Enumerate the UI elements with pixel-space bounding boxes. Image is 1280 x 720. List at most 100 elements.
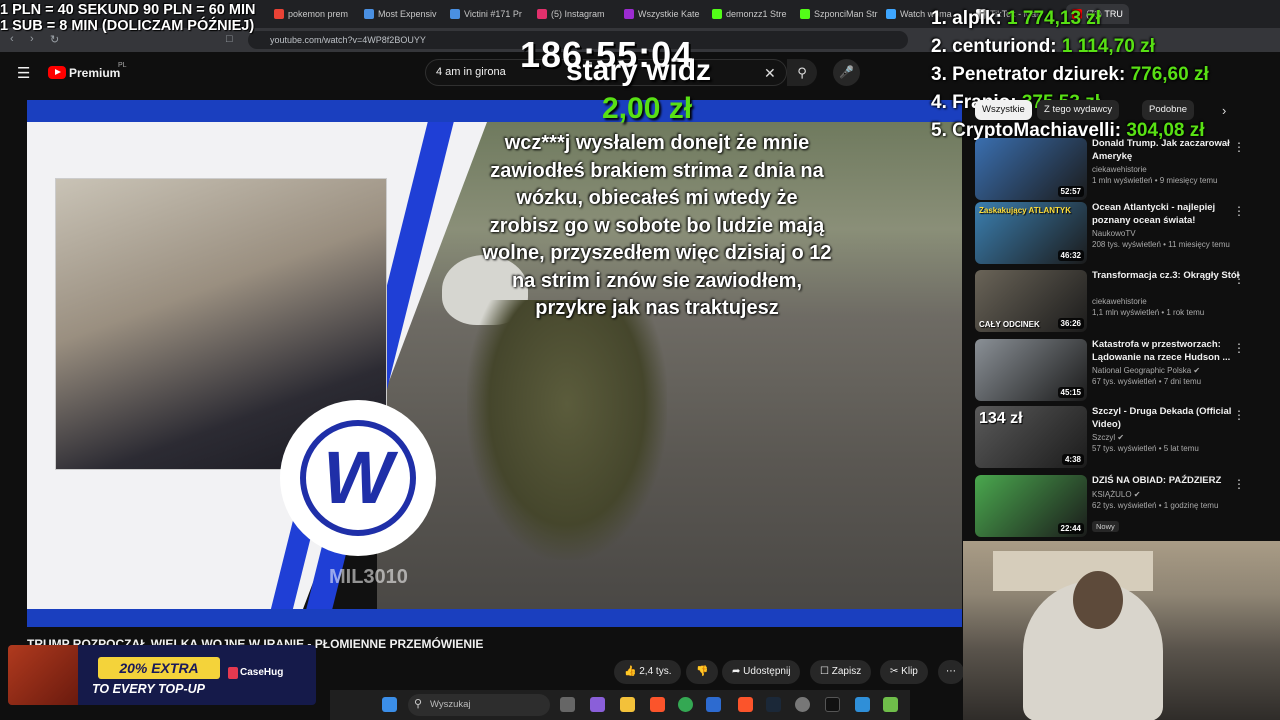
obs-icon[interactable]	[825, 697, 840, 712]
video-thumbnail[interactable]: CAŁY ODCINEK 36:26	[975, 270, 1087, 332]
video-bottom-band	[27, 609, 962, 627]
bookmark-icon[interactable]: □	[226, 33, 233, 45]
video-thumbnail[interactable]: 45:15	[975, 339, 1087, 401]
browser-tab[interactable]: Wszystkie Kate	[624, 4, 700, 24]
microphone-icon[interactable]: 🎤	[833, 59, 860, 86]
like-button[interactable]: 👍 2,4 tys.	[614, 660, 682, 684]
browser-tab[interactable]: demonzz1 Stre	[712, 4, 787, 24]
leaderboard-rank: 1.	[931, 8, 947, 29]
webcam-head	[1073, 571, 1123, 629]
share-button[interactable]: ➦ Udostępnij	[722, 660, 801, 684]
app-icon[interactable]	[883, 697, 898, 712]
casehug-ad[interactable]: 20% EXTRA TO EVERY TOP-UP CaseHug	[8, 645, 316, 705]
tab-favicon-icon	[537, 9, 547, 19]
browser-tab[interactable]: (5) Instagram	[537, 4, 605, 24]
thumb-up-icon: 👍	[624, 666, 640, 677]
leaderboard-rank: 3.	[931, 64, 947, 85]
chip-all[interactable]: Wszystkie	[975, 100, 1032, 120]
more-options-icon[interactable]: ⋮	[1233, 341, 1245, 355]
browser-tab[interactable]: Victini #171 Pr	[450, 4, 522, 24]
recommended-video[interactable]: 52:57 Donald Trump. Jak zaczarował Ameryk…	[975, 138, 1275, 200]
recommended-video-title[interactable]: Ocean Atlantycki - najlepiej poznany oce…	[1092, 202, 1240, 227]
recommended-video-title[interactable]: Katastrofa w przestworzach: Lądowanie na…	[1092, 339, 1240, 364]
browser-tab[interactable]: pokemon prem	[274, 4, 348, 24]
channel-name[interactable]: KSIĄŻULO ✔	[1092, 490, 1141, 499]
dislike-button[interactable]: 👎	[686, 660, 719, 684]
share-icon: ➦	[732, 666, 744, 677]
clip-button[interactable]: ✂ Klip	[880, 660, 928, 684]
recommended-video[interactable]: 134 zł 4:38 Szczyl - Druga Dekada (Officia…	[975, 406, 1275, 468]
channel-name[interactable]: Szczyl ✔	[1092, 433, 1124, 442]
video-meta: 67 tys. wyświetleń • 7 dni temu	[1092, 377, 1202, 386]
notepad-icon[interactable]	[855, 697, 870, 712]
recommended-video[interactable]: Zaskakujący ATLANTYK 46:32 Ocean Atlantyck…	[975, 202, 1275, 264]
chips-next-icon[interactable]: ›	[1222, 103, 1226, 118]
steam-icon[interactable]	[766, 697, 781, 712]
more-options-icon[interactable]: ⋮	[1233, 408, 1245, 422]
video-meta: 1 mln wyświetleń • 9 miesięcy temu	[1092, 176, 1218, 185]
leaderboard-name: Penetrator dziurek:	[952, 64, 1126, 85]
verified-icon: ✔	[1115, 433, 1125, 442]
menu-icon[interactable]: ☰	[17, 64, 30, 82]
file-explorer-icon[interactable]	[620, 697, 635, 712]
video-thumbnail[interactable]: 134 zł 4:38	[975, 406, 1087, 468]
tab-favicon-icon	[624, 9, 634, 19]
recommended-video-title[interactable]: DZIŚ NA OBIAD: PAŹDZIERZ	[1092, 475, 1240, 488]
recommended-video[interactable]: CAŁY ODCINEK 36:26 Transformacja cz.3: Okr…	[975, 270, 1275, 332]
tab-label: Wszystkie Kate	[638, 9, 700, 19]
recommended-video[interactable]: 22:44 DZIŚ NA OBIAD: PAŹDZIERZ KSIĄŻULO ✔ 6…	[975, 475, 1275, 537]
recommended-video-title[interactable]: Transformacja cz.3: Okrągły Stół	[1092, 270, 1240, 283]
thumbnail-overlay-text: Zaskakujący ATLANTYK	[979, 206, 1072, 215]
more-actions-icon[interactable]: ⋯	[938, 660, 964, 684]
channel-name-text: KSIĄŻULO	[1092, 490, 1132, 499]
more-options-icon[interactable]: ⋮	[1233, 140, 1245, 154]
leaderboard-amount: 776,60 zł	[1130, 64, 1209, 85]
chip-related[interactable]: Podobne	[1142, 100, 1195, 120]
chip-from-channel[interactable]: Z tego wydawcy	[1037, 100, 1120, 120]
scissors-icon: ✂	[890, 666, 902, 677]
clear-search-icon[interactable]: ✕	[764, 65, 776, 82]
brave-active-icon[interactable]	[738, 697, 753, 712]
webcam-feed	[963, 541, 1280, 720]
copilot-icon[interactable]	[590, 697, 605, 712]
settings-icon[interactable]	[795, 697, 810, 712]
channel-name[interactable]: National Geographic Polska ✔	[1092, 366, 1200, 375]
recommended-video-title[interactable]: Szczyl - Druga Dekada (Official Video)	[1092, 406, 1240, 431]
channel-name-text: Szczyl	[1092, 433, 1116, 442]
browser-tab[interactable]: SzponciMan Str	[800, 4, 878, 24]
video-meta: 57 tys. wyświetleń • 5 lat temu	[1092, 444, 1199, 453]
recommended-video-title[interactable]: Donald Trump. Jak zaczarował Amerykę	[1092, 138, 1240, 163]
tab-label: SzponciMan Str	[814, 9, 878, 19]
more-options-icon[interactable]: ⋮	[1233, 477, 1245, 491]
video-thumbnail[interactable]: Zaskakujący ATLANTYK 46:32	[975, 202, 1087, 264]
more-options-icon[interactable]: ⋮	[1233, 204, 1245, 218]
tab-favicon-icon	[886, 9, 896, 19]
back-icon[interactable]: ‹	[10, 33, 14, 45]
task-view-icon[interactable]	[560, 697, 575, 712]
store-icon[interactable]	[706, 697, 721, 712]
windows-start-icon[interactable]	[382, 697, 397, 712]
channel-name[interactable]: ciekawehistorie	[1092, 297, 1147, 306]
search-icon[interactable]: ⚲	[787, 59, 817, 86]
leaderboard-rank: 5.	[931, 120, 947, 141]
taskbar-search[interactable]: Wyszukaj	[408, 694, 550, 716]
video-top-band	[27, 100, 962, 122]
save-button[interactable]: ☐ Zapisz	[810, 660, 872, 684]
browser-tab[interactable]: Most Expensiv	[364, 4, 437, 24]
region-label: PL	[118, 62, 127, 69]
channel-logo-letter: W	[323, 436, 393, 519]
channel-name[interactable]: NaukowoTV	[1092, 229, 1136, 238]
video-thumbnail[interactable]: 52:57	[975, 138, 1087, 200]
rate-line-2: 1 SUB = 8 MIN (DOLICZAM PÓŹNIEJ)	[0, 18, 255, 34]
thumb-down-icon: 👎	[696, 666, 709, 677]
forward-icon[interactable]: ›	[30, 33, 34, 45]
recommended-video[interactable]: 45:15 Katastrofa w przestworzach: Lądowan…	[975, 339, 1275, 401]
more-options-icon[interactable]: ⋮	[1233, 272, 1245, 286]
reload-icon[interactable]: ↻	[50, 33, 59, 46]
leaderboard-entry: 2. centuriond: 1 114,70 zł	[931, 36, 1155, 58]
brave-icon[interactable]	[650, 697, 665, 712]
video-thumbnail[interactable]: 22:44	[975, 475, 1087, 537]
tab-label: Most Expensiv	[378, 9, 437, 19]
channel-name[interactable]: ciekawehistorie	[1092, 165, 1147, 174]
chrome-icon[interactable]	[678, 697, 693, 712]
